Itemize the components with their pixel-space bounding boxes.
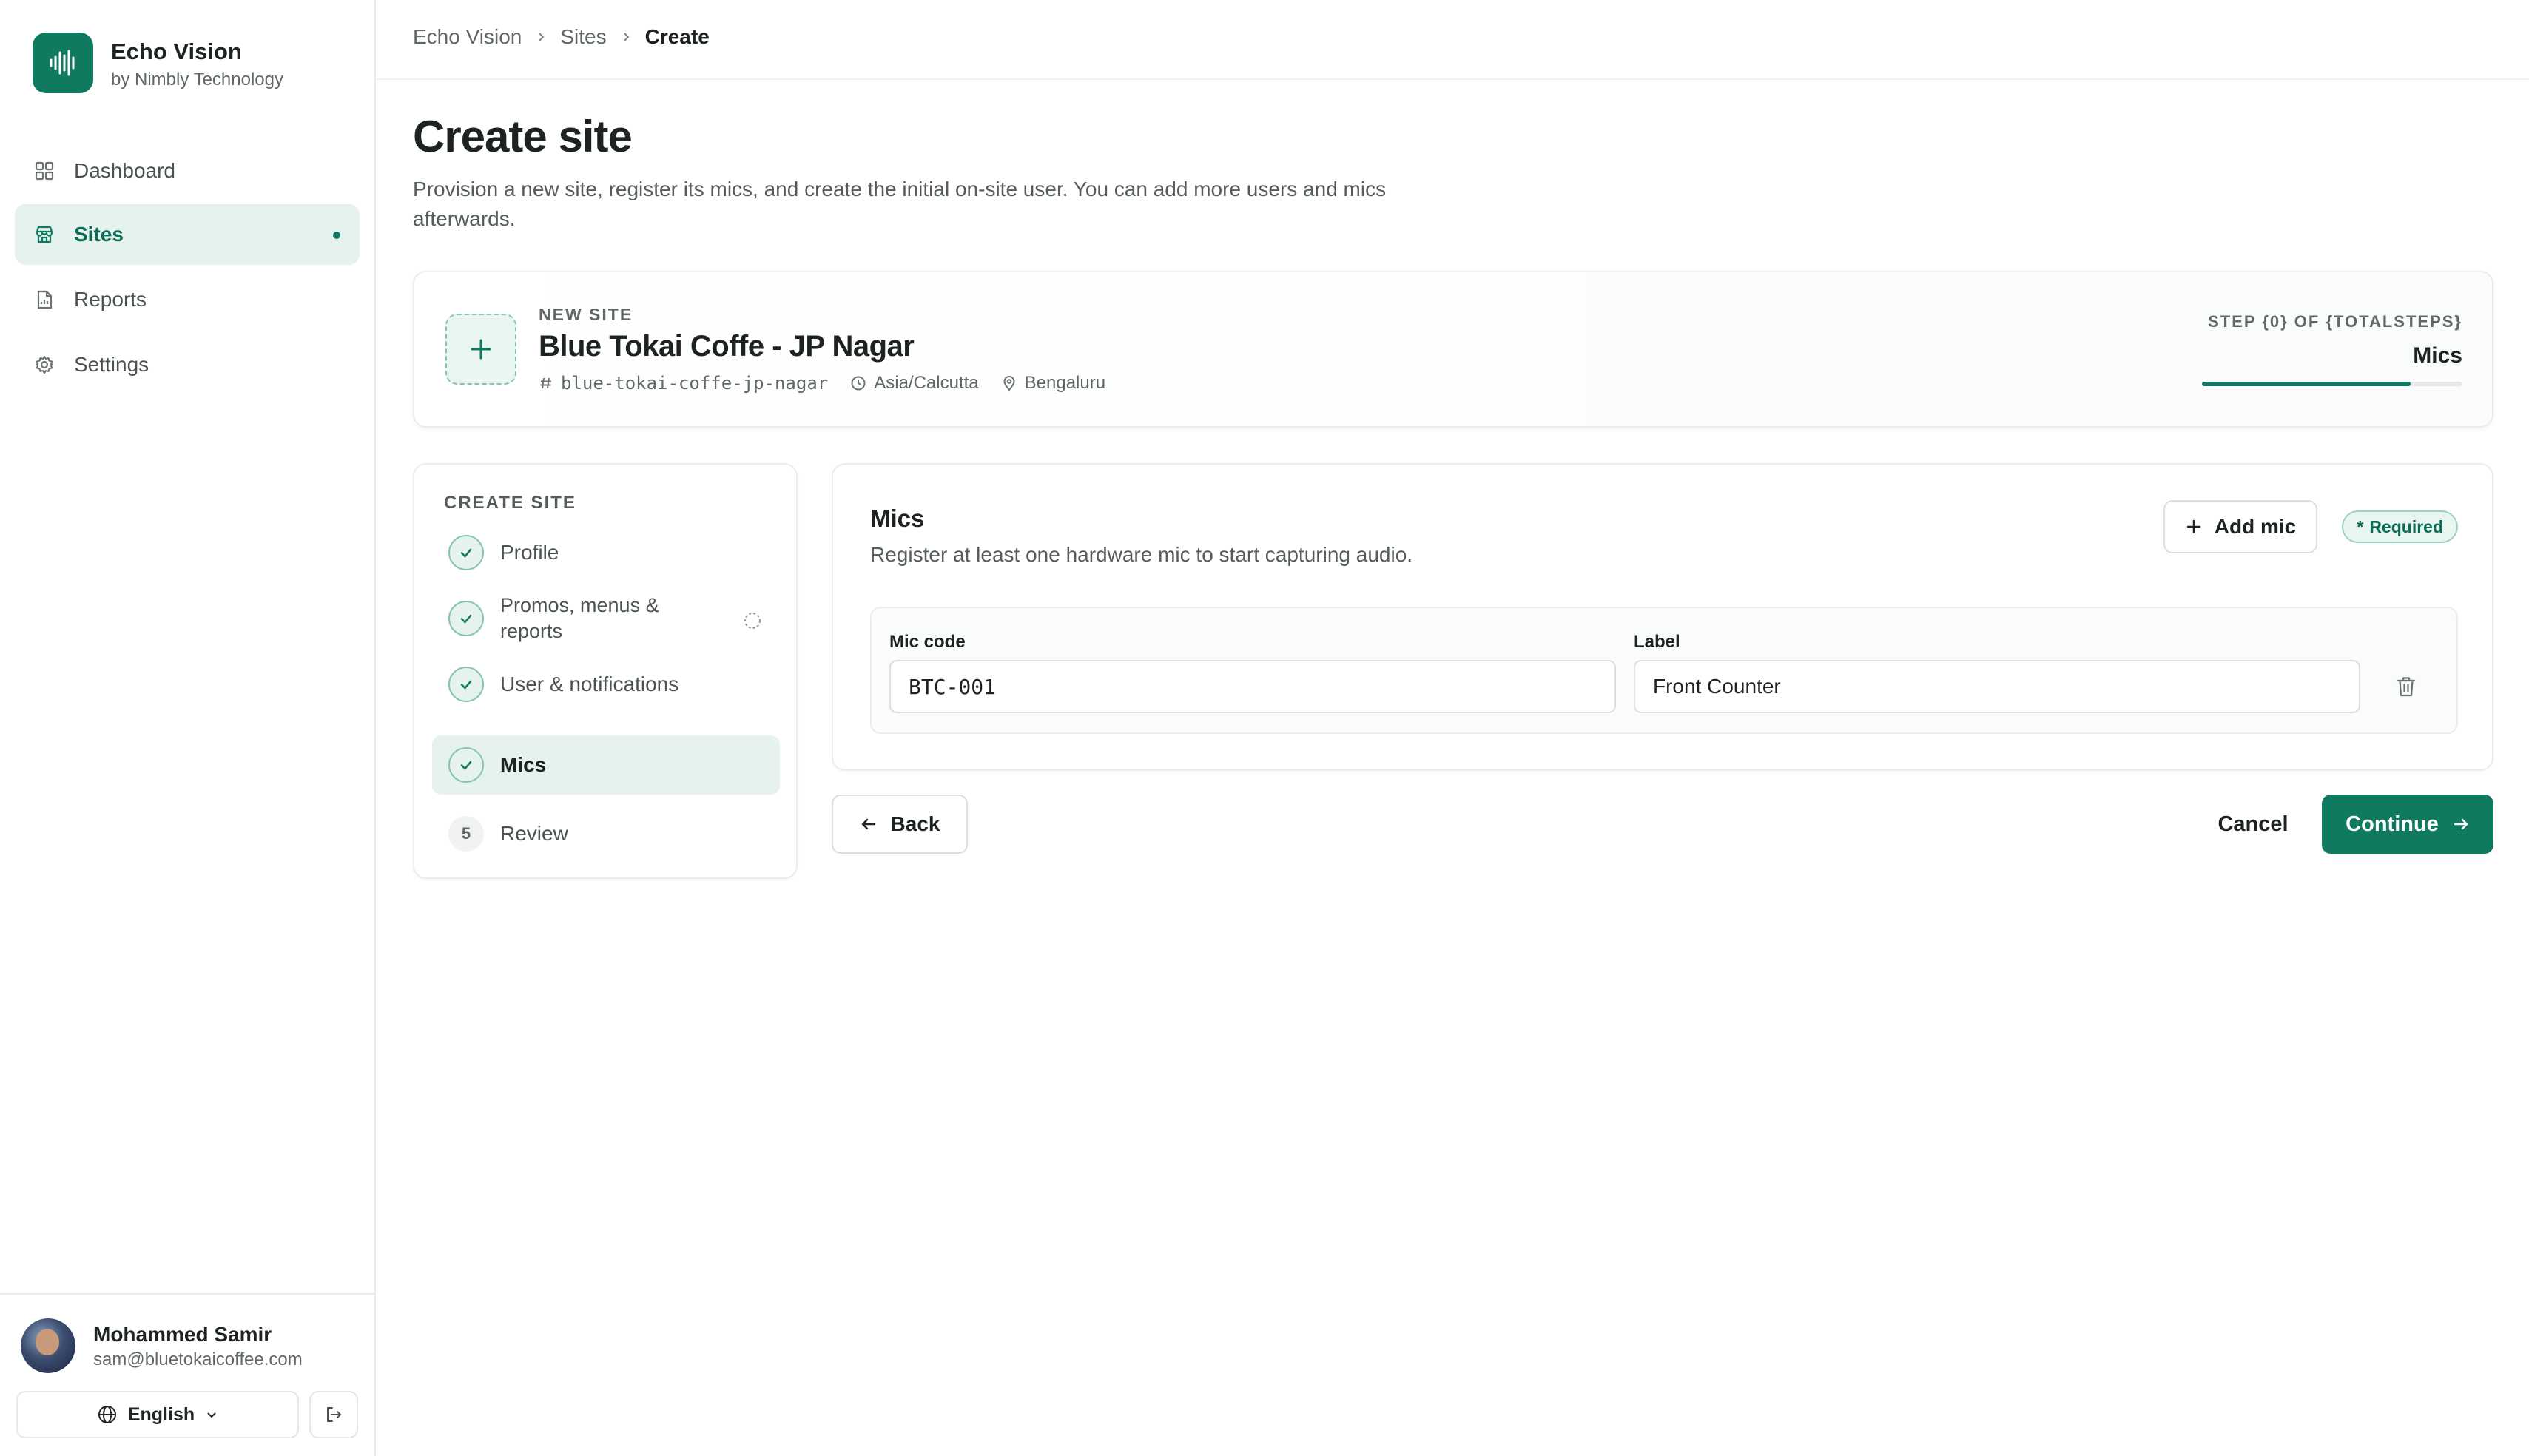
- mic-code-input[interactable]: [889, 660, 1616, 713]
- chevron-right-icon: [539, 33, 545, 41]
- brand-name: Echo Vision: [111, 38, 242, 64]
- site-meta: blue-tokai-coffe-jp-nagar Asia/Calcutta …: [539, 373, 1105, 394]
- logout-icon: [327, 1407, 341, 1422]
- brand-subtitle: by Nimbly Technology: [111, 70, 284, 90]
- continue-button[interactable]: Continue: [2322, 795, 2493, 854]
- sidebar-item-label: Dashboard: [74, 159, 175, 182]
- plus-icon: [2186, 519, 2200, 534]
- add-mic-label: Add mic: [2214, 515, 2297, 538]
- mic-label-label: Label: [1634, 632, 1680, 652]
- breadcrumb-item[interactable]: Echo Vision: [413, 25, 522, 49]
- grid-icon: [35, 161, 54, 181]
- site-city: Bengaluru: [1001, 373, 1105, 394]
- cancel-button[interactable]: Cancel: [2198, 795, 2309, 854]
- required-badge: * Required: [2342, 510, 2458, 543]
- step-label: Promos, menus & reports: [500, 594, 659, 642]
- sidebar-item-settings[interactable]: Settings: [15, 334, 360, 395]
- step-label: Review: [500, 822, 568, 845]
- hash-icon: [540, 377, 551, 389]
- required-label: Required: [2369, 516, 2443, 536]
- step-counter: STEP {0} OF {TOTALSTEPS}: [2208, 312, 2462, 331]
- step-number: 5: [448, 816, 484, 852]
- store-icon: [36, 226, 53, 243]
- clock-icon: [851, 376, 866, 391]
- map-pin-icon: [1003, 376, 1015, 391]
- chevron-down-icon: [207, 1412, 216, 1418]
- steps-title: CREATE SITE: [444, 493, 576, 513]
- active-indicator-dot: [333, 232, 340, 239]
- gear-icon: [35, 355, 54, 374]
- continue-label: Continue: [2346, 812, 2439, 836]
- step-profile[interactable]: Profile: [432, 530, 780, 576]
- plus-icon: [471, 339, 491, 360]
- site-slug: blue-tokai-coffe-jp-nagar: [539, 373, 828, 394]
- globe-icon: [98, 1406, 116, 1423]
- site-timezone: Asia/Calcutta: [850, 373, 979, 394]
- mic-label-input[interactable]: [1634, 660, 2360, 713]
- divider: [0, 1293, 376, 1295]
- mics-description: Register at least one hardware mic to st…: [870, 543, 1413, 566]
- progress-fill: [2202, 382, 2411, 386]
- back-label: Back: [890, 812, 940, 835]
- trash-icon: [2397, 677, 2416, 697]
- sidebar-item-label: Settings: [74, 353, 149, 376]
- user-email: sam@bluetokaicoffee.com: [93, 1349, 303, 1369]
- site-placeholder-icon: [445, 314, 516, 385]
- arrow-right-icon: [2454, 818, 2468, 830]
- sidebar-item-label: Reports: [74, 288, 147, 311]
- sidebar-item-dashboard[interactable]: Dashboard: [15, 141, 360, 201]
- site-kicker: NEW SITE: [539, 305, 633, 324]
- sidebar-item-reports[interactable]: Reports: [15, 269, 360, 330]
- site-slug-text: blue-tokai-coffe-jp-nagar: [561, 373, 829, 394]
- logout-button[interactable]: [309, 1391, 358, 1438]
- sidebar-item-label: Sites: [74, 223, 124, 246]
- site-city-text: Bengaluru: [1024, 373, 1106, 393]
- topbar: Echo Vision Sites Create: [377, 0, 2529, 80]
- step-promos[interactable]: Promos, menus & reports: [432, 589, 780, 648]
- check-icon: [448, 601, 484, 636]
- language-select[interactable]: English: [16, 1391, 299, 1438]
- avatar[interactable]: [21, 1318, 75, 1373]
- breadcrumb-current: Create: [644, 25, 710, 48]
- mic-row: Mic code Label: [870, 607, 2458, 734]
- language-label: English: [127, 1403, 195, 1425]
- waveform-icon: [50, 50, 75, 76]
- step-label: Profile: [500, 541, 559, 564]
- progress-bar: [2202, 382, 2462, 386]
- back-button[interactable]: Back: [832, 795, 968, 854]
- delete-mic-button[interactable]: [2390, 670, 2422, 703]
- check-icon: [448, 747, 484, 783]
- current-step-name: Mics: [2413, 343, 2462, 368]
- site-timezone-text: Asia/Calcutta: [874, 373, 979, 393]
- step-mics[interactable]: Mics: [432, 735, 780, 795]
- asterisk-icon: *: [2357, 516, 2364, 536]
- site-summary-card: NEW SITE Blue Tokai Coffe - JP Nagar blu…: [413, 271, 2493, 428]
- site-name: Blue Tokai Coffe - JP Nagar: [539, 330, 915, 363]
- check-icon: [448, 535, 484, 570]
- sidebar: Echo Vision by Nimbly Technology Dashboa…: [0, 0, 376, 1456]
- mic-code-label: Mic code: [889, 632, 966, 652]
- step-label: User & notifications: [500, 673, 679, 695]
- breadcrumb: Echo Vision Sites Create: [413, 25, 710, 49]
- chevron-right-icon: [623, 33, 630, 41]
- report-icon: [37, 290, 53, 309]
- page-title: Create site: [413, 112, 633, 161]
- step-label: Mics: [500, 753, 547, 776]
- loading-spinner-icon: [744, 613, 761, 629]
- mics-title: Mics: [870, 505, 925, 532]
- brand-logo: [33, 33, 93, 93]
- arrow-left-icon: [861, 818, 875, 830]
- add-mic-button[interactable]: Add mic: [2163, 500, 2317, 553]
- breadcrumb-item[interactable]: Sites: [560, 25, 606, 49]
- page-description: Provision a new site, register its mics,…: [413, 178, 1387, 230]
- mics-card: Mics Register at least one hardware mic …: [832, 463, 2493, 771]
- user-name: Mohammed Samir: [93, 1323, 272, 1346]
- check-icon: [448, 667, 484, 702]
- steps-card: CREATE SITE Profile Promos, menus & repo…: [413, 463, 798, 879]
- sidebar-item-sites[interactable]: Sites: [15, 204, 360, 265]
- step-review[interactable]: 5 Review: [432, 811, 780, 857]
- step-user-notifications[interactable]: User & notifications: [432, 661, 780, 707]
